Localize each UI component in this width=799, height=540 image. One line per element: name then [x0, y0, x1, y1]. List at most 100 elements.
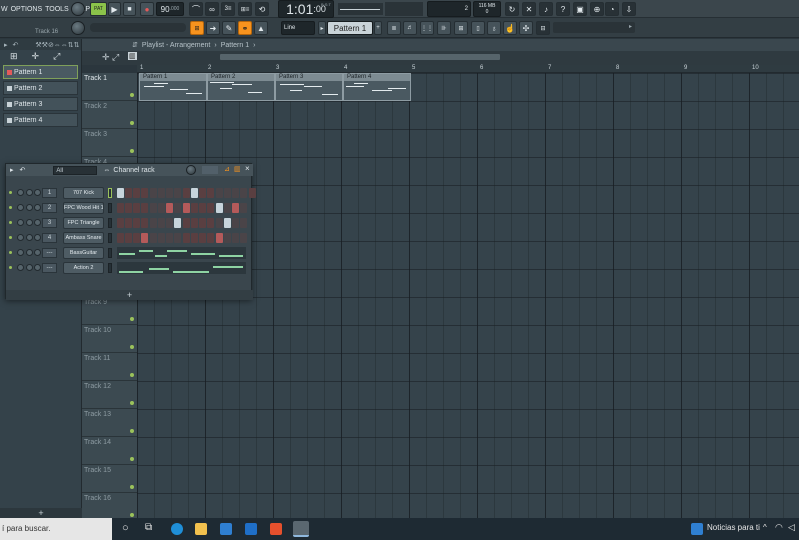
step-button[interactable] [158, 188, 165, 198]
track-header[interactable]: Track 2 [82, 101, 137, 129]
track-header[interactable]: Track 9 [82, 297, 137, 325]
channel-rack-toggle[interactable]: ⊞ [454, 21, 468, 35]
track-header[interactable]: Track 3 [82, 129, 137, 157]
rack-graph-button[interactable] [202, 166, 218, 174]
step-button[interactable] [216, 218, 223, 228]
step-button[interactable] [224, 218, 231, 228]
step-button[interactable] [240, 233, 247, 243]
arrow-button[interactable]: ➜ [206, 21, 220, 35]
mini-piano-roll[interactable] [117, 247, 246, 259]
undo-icon[interactable]: ↶ [20, 166, 26, 174]
step-button[interactable] [240, 188, 247, 198]
channel-mute-led[interactable] [9, 221, 12, 224]
step-button[interactable] [141, 203, 148, 213]
channel-select-indicator[interactable] [108, 203, 112, 213]
step-button[interactable] [216, 203, 223, 213]
track-mute-led[interactable] [130, 457, 134, 461]
channel-pan-knob[interactable] [17, 249, 24, 256]
channel-name-button[interactable]: BassGuitar [63, 247, 104, 259]
fl-studio-taskbar-icon[interactable] [293, 521, 309, 537]
step-button[interactable] [117, 203, 124, 213]
step-button[interactable] [141, 188, 148, 198]
track-header[interactable]: Track 1 [82, 73, 137, 101]
channel-name-button[interactable]: Ambass Snare [63, 232, 104, 244]
playlist-horizontal-scrollbar[interactable] [220, 54, 500, 60]
step-button[interactable] [199, 218, 206, 228]
channel-mute-led[interactable] [9, 206, 12, 209]
step-button[interactable] [183, 203, 190, 213]
chat-button[interactable]: ◔ [605, 2, 619, 16]
pattern-select[interactable]: Pattern 1 [327, 21, 373, 35]
step-button[interactable] [158, 233, 165, 243]
step-button[interactable] [207, 218, 214, 228]
step-button[interactable] [174, 203, 181, 213]
touch-keyboard-button[interactable]: ☝ [503, 21, 517, 35]
playlist-button[interactable]: ≣ [387, 21, 401, 35]
pattern-prev-button[interactable]: ▸ [318, 21, 326, 35]
channel-target-knob[interactable] [34, 219, 41, 226]
menu-view[interactable]: W [1, 6, 8, 13]
link-button[interactable]: ⚭ [238, 21, 252, 35]
step-button[interactable] [174, 188, 181, 198]
step-button[interactable] [166, 203, 173, 213]
pattern-clip[interactable]: Pattern 1 [139, 73, 207, 101]
channel-pan-knob[interactable] [17, 264, 24, 271]
play-button[interactable]: ▶ [108, 2, 121, 16]
channel-target-knob[interactable] [34, 249, 41, 256]
step-button[interactable] [249, 188, 256, 198]
channel-name-button[interactable]: FPC Wood Hit 1 [63, 202, 104, 214]
cortana-icon[interactable]: ○ [122, 522, 129, 534]
store-icon[interactable] [220, 523, 232, 535]
channel-name-button[interactable]: 707 Kick [63, 187, 104, 199]
edge-icon[interactable] [171, 523, 183, 535]
channel-pan-knob[interactable] [17, 204, 24, 211]
graph-icon[interactable]: ⊿ [224, 165, 230, 173]
add-channel-button[interactable]: + [6, 290, 253, 300]
track-mute-led[interactable] [130, 121, 134, 125]
draw-tool-icon[interactable]: ✛ ⤢ [102, 52, 119, 63]
channel-mixer-track[interactable]: 2 [42, 203, 57, 213]
channel-target-knob[interactable] [34, 264, 41, 271]
pattern-list-item[interactable]: Pattern 4 [3, 113, 78, 127]
chevron-up-icon[interactable]: ^ [763, 523, 767, 532]
channel-mixer-track[interactable]: --- [42, 248, 57, 258]
step-button[interactable] [158, 203, 165, 213]
step-button[interactable] [141, 233, 148, 243]
channel-rack-button[interactable]: ⋮⋮ [420, 21, 434, 35]
step-button[interactable] [158, 218, 165, 228]
loop-record-button[interactable]: ⟲ [255, 2, 269, 16]
step-button[interactable] [216, 233, 223, 243]
channel-name-button[interactable]: FPC Triangle [63, 217, 104, 229]
channel-mixer-track[interactable]: --- [42, 263, 57, 273]
metronome-button[interactable]: ⌒ [189, 2, 203, 16]
snap-select[interactable]: Line [281, 21, 315, 35]
pattern-clip[interactable]: Pattern 4 [343, 73, 411, 101]
channel-mute-led[interactable] [9, 191, 12, 194]
step-button[interactable] [133, 203, 140, 213]
step-button[interactable] [183, 218, 190, 228]
chevron-right-icon[interactable]: ▸ [10, 166, 14, 174]
track-header[interactable]: Track 11 [82, 353, 137, 381]
tab-current-project[interactable]: ✛ [32, 51, 40, 62]
steps-icon[interactable]: ▥ [234, 165, 241, 173]
mixer-button[interactable]: ⊪ [437, 21, 451, 35]
tab-all[interactable]: ⊞ [10, 51, 18, 62]
channel-target-knob[interactable] [34, 189, 41, 196]
step-button[interactable] [166, 233, 173, 243]
pattern-list-item[interactable]: Pattern 3 [3, 97, 78, 111]
draw-button[interactable]: ✎ [222, 21, 236, 35]
tab-expand[interactable]: ⤢ [53, 51, 60, 62]
channel-pan-knob[interactable] [17, 219, 24, 226]
mail-icon[interactable] [245, 523, 257, 535]
browser-button[interactable]: ▯ [471, 21, 485, 35]
step-button[interactable] [232, 233, 239, 243]
song-position-display[interactable]: 1:01:00 B:S:T [278, 0, 334, 18]
step-button[interactable] [191, 188, 198, 198]
close-icon[interactable]: × [245, 164, 250, 173]
stamp-button[interactable]: ▲ [254, 21, 268, 35]
track-header[interactable]: Track 10 [82, 325, 137, 353]
step-button[interactable] [133, 188, 140, 198]
wait-input-button[interactable]: ∞ [205, 2, 219, 16]
step-button[interactable] [174, 233, 181, 243]
master-volume-knob[interactable] [71, 2, 85, 16]
